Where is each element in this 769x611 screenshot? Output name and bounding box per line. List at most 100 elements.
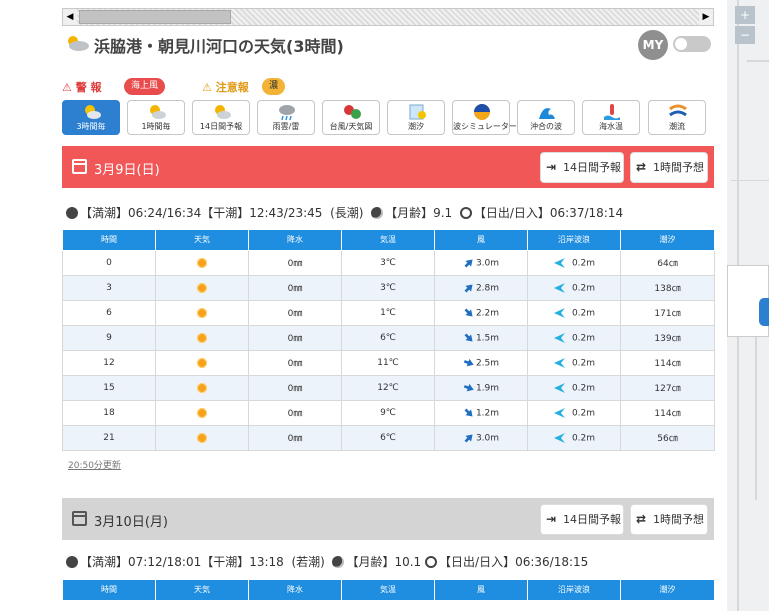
forecast-14day-label: 14日間予報 bbox=[563, 513, 621, 526]
moon-age: 【月齢】9.1 bbox=[385, 206, 453, 220]
sun-icon bbox=[196, 406, 208, 419]
scroll-right-icon[interactable]: ▶ bbox=[699, 9, 713, 25]
cell-precip: 0㎜ bbox=[248, 324, 342, 351]
swap-icon: ⇄ bbox=[636, 160, 647, 174]
wind-speed: 3.0m bbox=[475, 258, 500, 268]
tab-tidal-current[interactable]: 潮流 bbox=[648, 100, 706, 135]
caution-triangle-icon: ⚠ bbox=[202, 81, 212, 94]
title-row: 浜脇港・朝見川河口の天気(3時間) MY bbox=[62, 30, 714, 60]
tide-info: 【満潮】06:24/16:34【干潮】12:43/23:45 (長潮) 【月齢】… bbox=[66, 204, 714, 222]
cell-precip: 0㎜ bbox=[248, 299, 342, 326]
map-road bbox=[731, 180, 769, 181]
forecast-14day-button[interactable]: ⇥ 14日間予報 bbox=[540, 152, 624, 183]
wind-arrow-icon bbox=[464, 258, 473, 267]
tab-rain-cloud[interactable]: 雨雲/雷 bbox=[257, 100, 315, 135]
cell-weather bbox=[155, 424, 249, 451]
tab-label: 3時間毎 bbox=[76, 122, 106, 131]
forecast-table: 時間 天気 降水 気温 風 沿岸波浪 潮汐 bbox=[62, 580, 715, 601]
cell-tide: 56㎝ bbox=[620, 424, 715, 451]
tab-14day[interactable]: 14日間予報 bbox=[192, 100, 250, 135]
caution-badge[interactable]: 濃 bbox=[262, 78, 286, 95]
tide-icon bbox=[66, 207, 78, 219]
column-header-wave: 沿岸波浪 bbox=[527, 230, 621, 251]
calendar-icon bbox=[72, 511, 87, 526]
cell-temp: 12℃ bbox=[341, 374, 435, 401]
tab-offshore-wave[interactable]: 沖合の波 bbox=[517, 100, 575, 135]
column-header-weather: 天気 bbox=[155, 230, 249, 251]
wave-simulator-icon bbox=[474, 104, 490, 120]
cell-precip: 0㎜ bbox=[248, 374, 342, 401]
column-header-temp: 気温 bbox=[341, 580, 435, 601]
sunrise-icon bbox=[459, 207, 472, 219]
my-toggle[interactable] bbox=[673, 36, 711, 52]
wave-height: 0.2m bbox=[571, 383, 596, 393]
tab-typhoon[interactable]: 台風/天気図 bbox=[322, 100, 380, 135]
wind-arrow-icon bbox=[464, 433, 473, 442]
day-date: 3月9日(日) bbox=[94, 163, 160, 178]
forecast-1hour-button[interactable]: ⇄ 1時間予想 bbox=[630, 152, 708, 183]
column-header-precip: 降水 bbox=[248, 580, 342, 601]
cell-tide: 138㎝ bbox=[620, 274, 715, 301]
tab-sea-temp[interactable]: 海水温 bbox=[582, 100, 640, 135]
wind-speed: 2.5m bbox=[475, 358, 500, 368]
warning-label-text: 警 報 bbox=[75, 81, 102, 94]
swap-icon: ⇄ bbox=[636, 512, 647, 526]
warning-label: ⚠ 警 報 bbox=[62, 79, 102, 95]
cell-temp: 1℃ bbox=[341, 299, 435, 326]
map-action-button[interactable] bbox=[759, 298, 769, 326]
sun-cloud-icon bbox=[150, 105, 166, 119]
tab-tide[interactable]: 潮汐 bbox=[387, 100, 445, 135]
offshore-wave-icon bbox=[539, 108, 555, 119]
exit-icon: ⇥ bbox=[546, 512, 557, 526]
cell-wave: 0.2m bbox=[527, 299, 621, 326]
cell-weather bbox=[155, 399, 249, 426]
tab-label: 雨雲/雷 bbox=[272, 122, 300, 131]
cell-time: 12 bbox=[62, 349, 156, 376]
cell-tide: 114㎝ bbox=[620, 349, 715, 376]
tab-1hour[interactable]: 1時間毎 bbox=[127, 100, 185, 135]
cell-precip: 0㎜ bbox=[248, 274, 342, 301]
cell-weather bbox=[155, 249, 249, 276]
tab-label: 1時間毎 bbox=[141, 122, 171, 131]
sun-cloud-icon bbox=[85, 105, 101, 119]
cell-wave: 0.2m bbox=[527, 324, 621, 351]
wind-arrow-icon bbox=[463, 383, 474, 391]
cell-time: 15 bbox=[62, 374, 156, 401]
forecast-14day-button[interactable]: ⇥ 14日間予報 bbox=[540, 504, 624, 535]
warning-triangle-icon: ⚠ bbox=[62, 81, 72, 94]
cell-tide: 64㎝ bbox=[620, 249, 715, 276]
wave-direction-icon bbox=[553, 282, 565, 293]
tab-label: 潮汐 bbox=[408, 122, 424, 131]
horizontal-scrollbar[interactable]: ◀ ▶ bbox=[62, 8, 714, 26]
sun-icon bbox=[196, 381, 208, 394]
zoom-out-icon[interactable]: − bbox=[735, 26, 755, 44]
tab-3hour[interactable]: 3時間毎 bbox=[62, 100, 120, 135]
cell-time: 9 bbox=[62, 324, 156, 351]
cell-weather bbox=[155, 274, 249, 301]
tab-wave-simulator[interactable]: 波シミュレーター bbox=[452, 100, 517, 135]
warning-badge[interactable]: 海上風 bbox=[124, 78, 166, 95]
my-button[interactable]: MY bbox=[638, 30, 668, 60]
sun-icon bbox=[196, 331, 208, 344]
sunrise-sunset: 【日出/日入】06:36/18:15 bbox=[439, 555, 589, 569]
cell-time: 0 bbox=[62, 249, 156, 276]
cell-wave: 0.2m bbox=[527, 249, 621, 276]
table-row: 12 0㎜ 11℃ 2.5m 0.2m 114㎝ bbox=[62, 349, 715, 376]
cell-precip: 0㎜ bbox=[248, 349, 342, 376]
tide-icon bbox=[66, 556, 78, 568]
wind-arrow-icon bbox=[464, 283, 473, 292]
forecast-1hour-button[interactable]: ⇄ 1時間予想 bbox=[630, 504, 708, 535]
updated-link[interactable]: 20:50分更新 bbox=[68, 458, 121, 471]
zoom-in-icon[interactable]: + bbox=[735, 6, 755, 24]
scroll-left-icon[interactable]: ◀ bbox=[63, 9, 77, 25]
cell-tide: 127㎝ bbox=[620, 374, 715, 401]
cell-temp: 3℃ bbox=[341, 274, 435, 301]
tide-type: (若潮) bbox=[291, 555, 325, 569]
cell-temp: 6℃ bbox=[341, 324, 435, 351]
scroll-thumb[interactable] bbox=[79, 10, 231, 24]
tide-info: 【満潮】07:12/18:01【干潮】13:18 (若潮) 【月齢】10.1 【… bbox=[66, 553, 714, 571]
cell-wave: 0.2m bbox=[527, 349, 621, 376]
high-tide: 【満潮】07:12/18:01 bbox=[80, 555, 202, 569]
map-panel[interactable]: + − bbox=[727, 0, 769, 611]
column-header-weather: 天気 bbox=[155, 580, 249, 601]
